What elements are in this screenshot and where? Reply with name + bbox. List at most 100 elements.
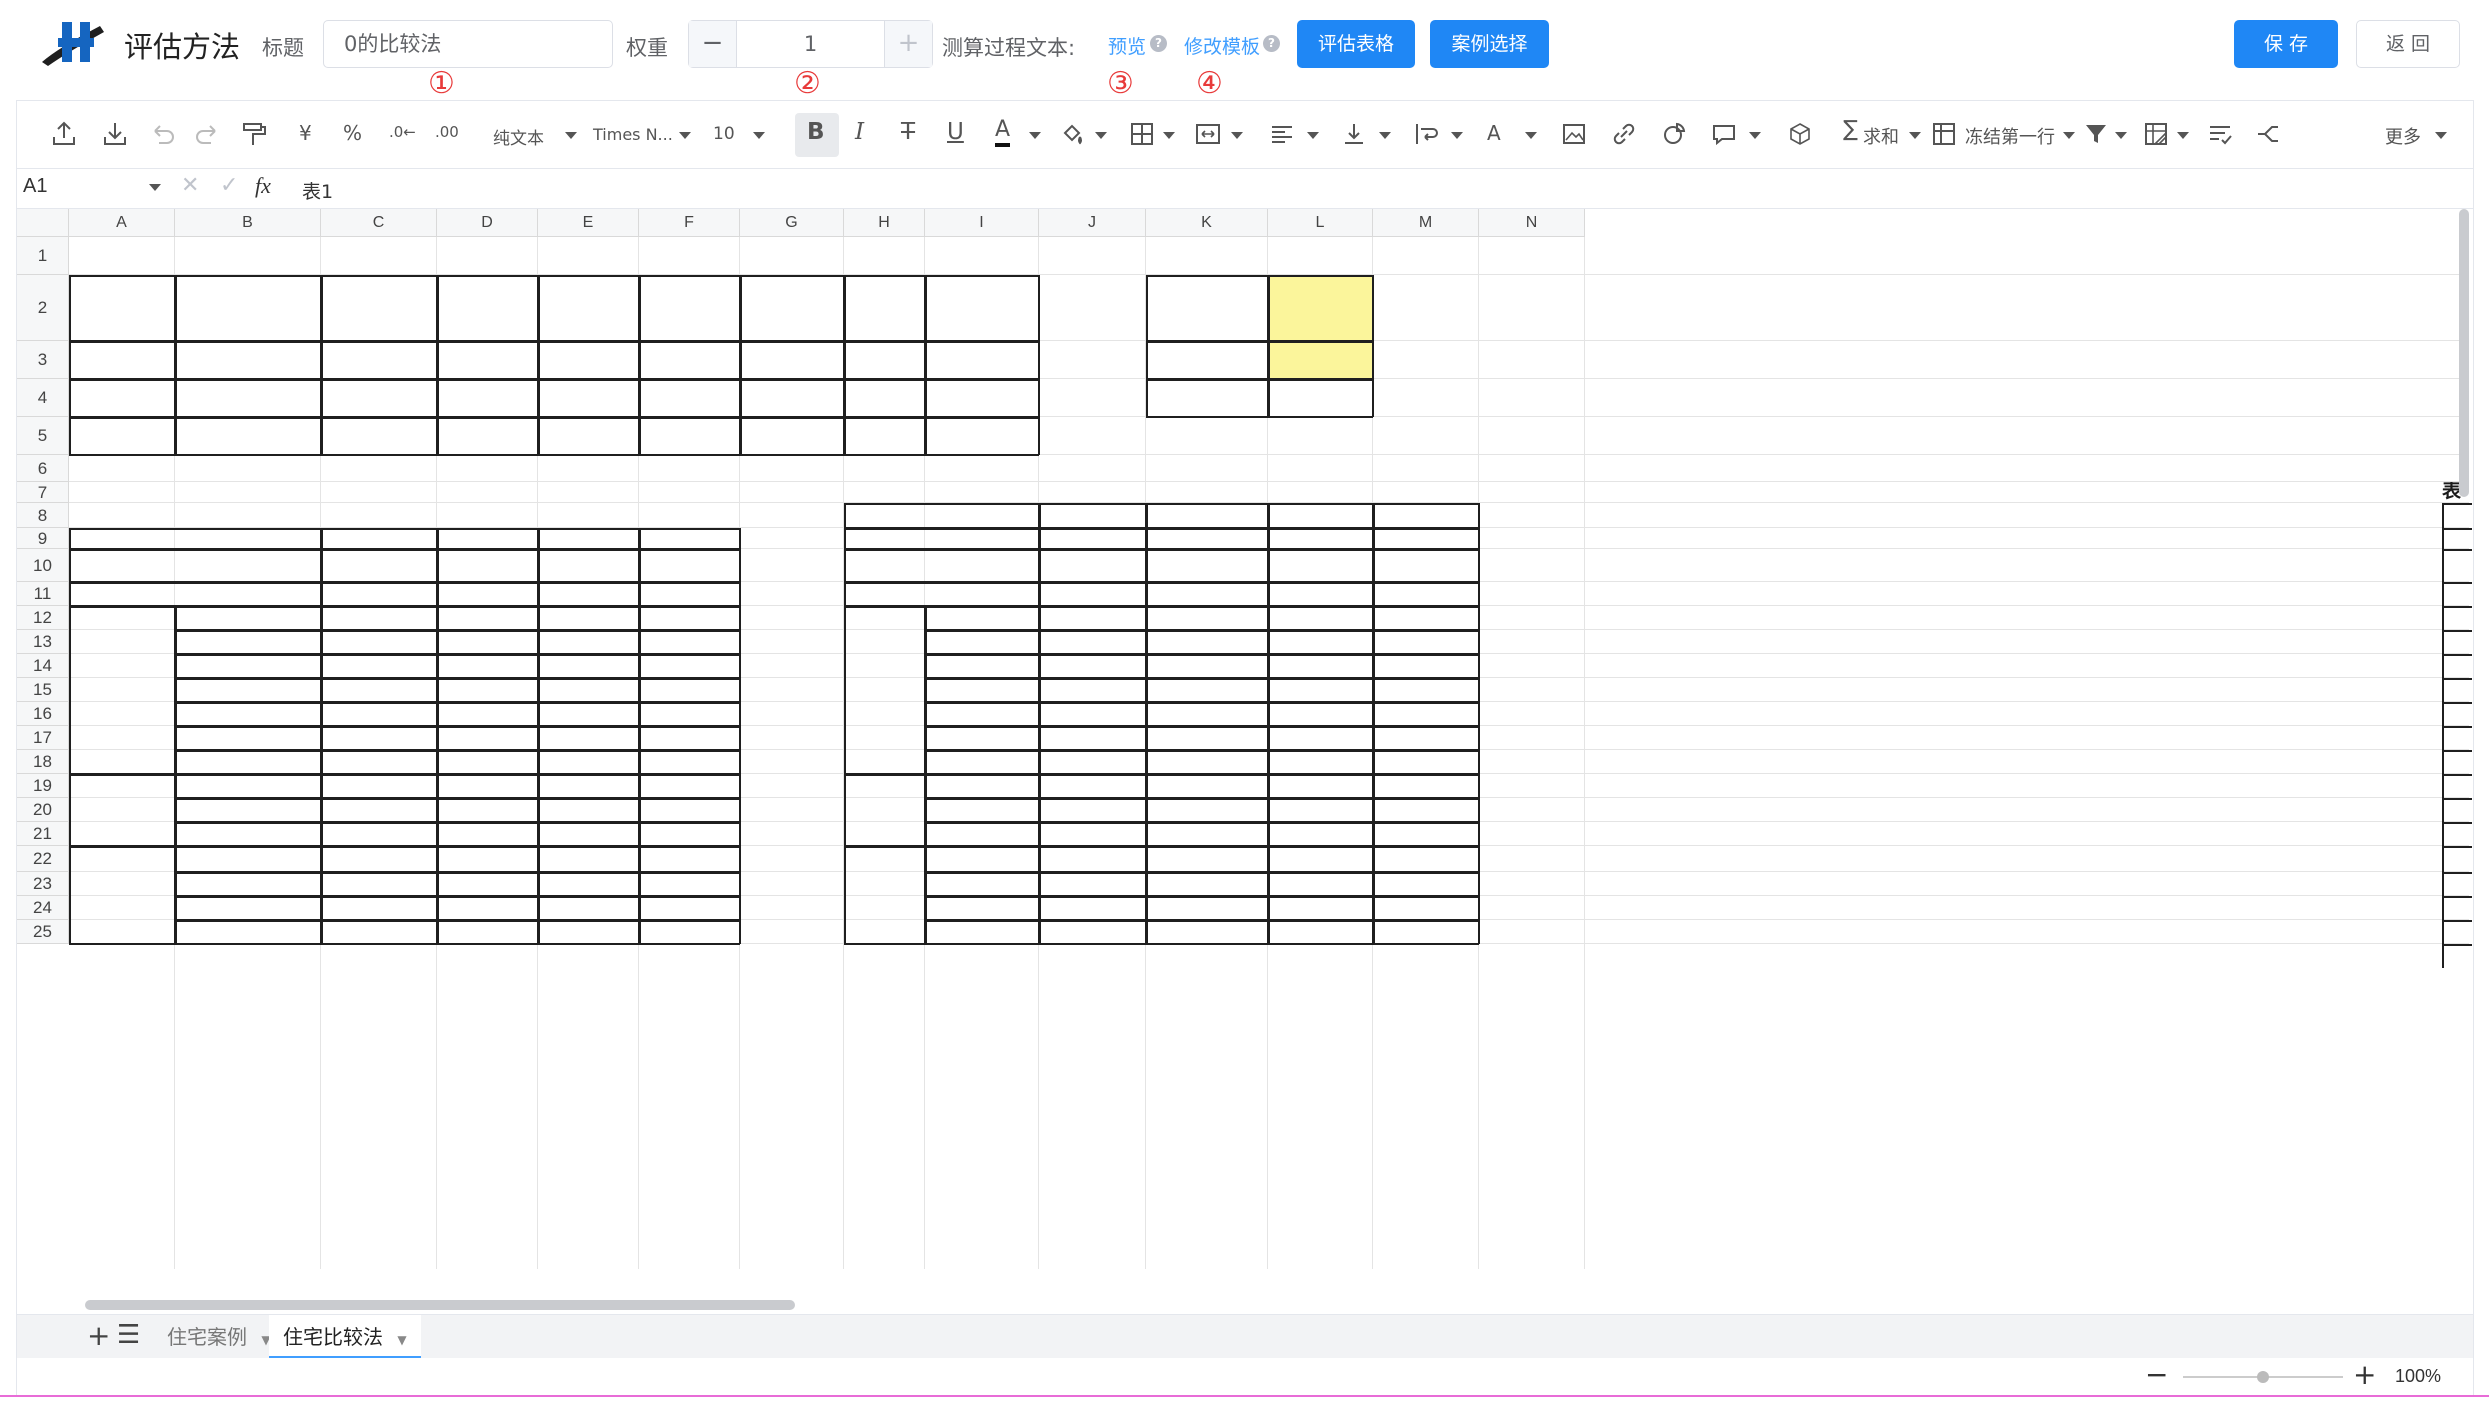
insert-link-icon[interactable]: [1609, 119, 1639, 149]
sum-button[interactable]: 求和: [1863, 123, 1899, 149]
table-cell[interactable]: [844, 455, 925, 482]
table-cell[interactable]: [1373, 678, 1479, 702]
table-cell[interactable]: [437, 678, 538, 702]
table-cell[interactable]: [1146, 549, 1268, 582]
table-cell[interactable]: [1268, 896, 1373, 920]
table-cell[interactable]: [175, 726, 321, 750]
table-cell[interactable]: [1039, 750, 1146, 774]
table-cell[interactable]: [1268, 341, 1373, 379]
table-cell[interactable]: [321, 549, 437, 582]
table-cell[interactable]: [740, 417, 844, 455]
eval-table-button[interactable]: 评估表格: [1297, 20, 1415, 68]
table-cell[interactable]: [538, 379, 639, 417]
table-cell[interactable]: [1039, 896, 1146, 920]
table-cell[interactable]: [1268, 503, 1373, 528]
table-cell[interactable]: [437, 798, 538, 822]
table-cell[interactable]: [639, 822, 740, 846]
table-cell[interactable]: [538, 798, 639, 822]
table-cell[interactable]: [175, 379, 321, 417]
table-cell[interactable]: [1146, 654, 1268, 678]
table-cell[interactable]: [925, 750, 1039, 774]
table-cell[interactable]: [1039, 846, 1146, 872]
decrease-decimal-icon[interactable]: .0←: [389, 123, 416, 141]
text-rotate-icon[interactable]: A: [1487, 121, 1501, 145]
font-size-select[interactable]: 10: [713, 124, 735, 144]
zoom-in-icon[interactable]: +: [2353, 1358, 2376, 1391]
row-header[interactable]: 9: [17, 528, 69, 549]
table-cell[interactable]: [321, 702, 437, 726]
table-cell[interactable]: [69, 379, 175, 417]
table-cell[interactable]: [1373, 822, 1479, 846]
table-cell[interactable]: [1268, 549, 1373, 582]
table-cell[interactable]: [1373, 630, 1479, 654]
table-cell[interactable]: [1268, 774, 1373, 798]
group-label[interactable]: [69, 606, 175, 774]
table-cell[interactable]: [925, 702, 1039, 726]
row-header[interactable]: 23: [17, 872, 69, 896]
table-cell[interactable]: [321, 417, 437, 455]
table-cell[interactable]: [1268, 528, 1373, 549]
row-header[interactable]: 7: [17, 482, 69, 503]
row-header[interactable]: 1: [17, 237, 69, 275]
table-cell[interactable]: [925, 872, 1039, 896]
table-cell[interactable]: [639, 582, 740, 606]
table-cell[interactable]: [538, 846, 639, 872]
table-cell[interactable]: [437, 726, 538, 750]
table-cell[interactable]: [1146, 846, 1268, 872]
table-cell[interactable]: [1146, 822, 1268, 846]
table-cell[interactable]: [925, 417, 1039, 455]
table-cell[interactable]: [925, 341, 1039, 379]
sheet-grid[interactable]: A B C D E F G H I J K L M N 1 2 3 4 5 6 7 8 9 10 11 12 13 14 15 16 17 1…: [17, 209, 2473, 1269]
table-cell[interactable]: [1268, 654, 1373, 678]
number-format-select[interactable]: 纯文本: [493, 124, 544, 149]
row-header[interactable]: 24: [17, 896, 69, 920]
row-header[interactable]: 4: [17, 379, 69, 417]
table-cell[interactable]: [175, 702, 321, 726]
column-header[interactable]: L: [1268, 209, 1373, 237]
table-cell[interactable]: [321, 582, 437, 606]
row-header[interactable]: 25: [17, 920, 69, 944]
table-cell[interactable]: [639, 630, 740, 654]
table-cell[interactable]: [1268, 872, 1373, 896]
insert-image-icon[interactable]: [1559, 119, 1589, 149]
table-cell[interactable]: [175, 275, 321, 341]
table-cell[interactable]: [321, 774, 437, 798]
table-cell[interactable]: [1146, 528, 1268, 549]
table-cell[interactable]: [1146, 702, 1268, 726]
column-header[interactable]: H: [844, 209, 925, 237]
column-header[interactable]: D: [437, 209, 538, 237]
group-label[interactable]: [844, 606, 925, 774]
merge-cells-icon[interactable]: [1193, 119, 1223, 149]
table-cell[interactable]: [175, 774, 321, 798]
case-select-button[interactable]: 案例选择: [1430, 20, 1549, 68]
undo-icon[interactable]: [147, 119, 177, 149]
table-cell[interactable]: [69, 503, 437, 528]
table-cell[interactable]: [538, 275, 639, 341]
table-cell[interactable]: [639, 750, 740, 774]
table-cell[interactable]: [1268, 630, 1373, 654]
table-cell[interactable]: [538, 654, 639, 678]
group-label[interactable]: [69, 846, 175, 944]
table-cell[interactable]: [321, 379, 437, 417]
table-cell[interactable]: [1268, 726, 1373, 750]
table-cell[interactable]: [844, 275, 925, 341]
table-cell[interactable]: [321, 275, 437, 341]
row-header[interactable]: 5: [17, 417, 69, 455]
table-cell[interactable]: [1268, 846, 1373, 872]
weight-value[interactable]: 1: [737, 21, 884, 67]
table-cell[interactable]: [175, 798, 321, 822]
table-cell[interactable]: [437, 606, 538, 630]
table-cell[interactable]: [639, 920, 740, 944]
save-button[interactable]: 保 存: [2234, 20, 2338, 68]
table-cell[interactable]: [69, 549, 321, 582]
table-cell[interactable]: [1373, 750, 1479, 774]
group-label[interactable]: [844, 774, 925, 846]
table-cell[interactable]: [844, 482, 1146, 503]
sheet-tab-residential-comparison[interactable]: 住宅比较法 ▼: [269, 1315, 421, 1359]
table-cell[interactable]: [1268, 750, 1373, 774]
table-cell[interactable]: [1146, 872, 1268, 896]
table-cell[interactable]: [1039, 872, 1146, 896]
table-cell[interactable]: [69, 275, 175, 341]
table-cell[interactable]: [1373, 654, 1479, 678]
sum-icon[interactable]: ∑: [1843, 117, 1858, 142]
